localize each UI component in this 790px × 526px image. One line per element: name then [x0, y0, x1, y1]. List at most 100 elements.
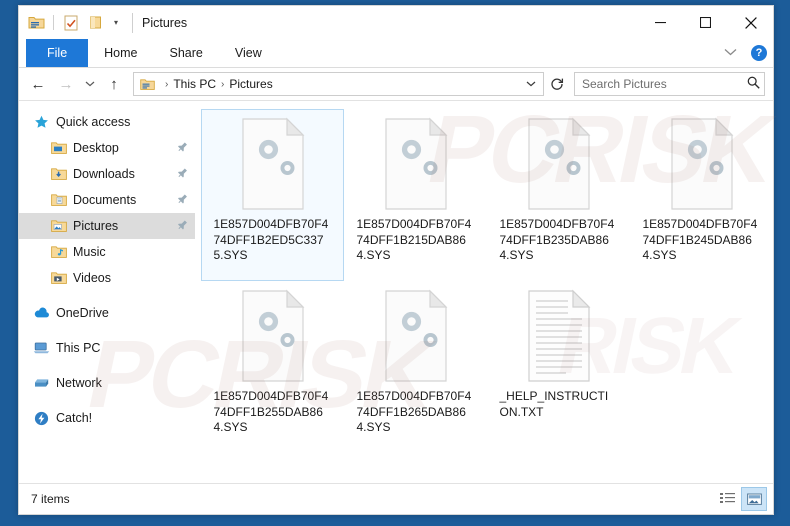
- search-icon[interactable]: [747, 76, 760, 92]
- chevron-down-icon[interactable]: [720, 47, 741, 59]
- file-item[interactable]: 1E857D004DFB70F474DFF1B2ED5C3375.SYS: [201, 109, 344, 281]
- file-item[interactable]: 1E857D004DFB70F474DFF1B255DAB864.SYS: [201, 281, 344, 453]
- search-input[interactable]: Search Pictures: [574, 72, 765, 96]
- tab-share[interactable]: Share: [154, 39, 219, 67]
- back-button[interactable]: ←: [25, 71, 51, 97]
- up-button[interactable]: ↑: [101, 71, 127, 97]
- details-view-button[interactable]: [715, 488, 739, 510]
- music-folder-icon: [50, 244, 67, 260]
- recent-locations-caret-icon[interactable]: [81, 71, 99, 97]
- sidebar-item-onedrive[interactable]: OneDrive: [19, 300, 195, 326]
- folder-properties-icon[interactable]: [26, 12, 46, 34]
- sidebar-item-quick-access[interactable]: Quick access: [19, 109, 195, 135]
- sidebar-item-network[interactable]: Network: [19, 370, 195, 396]
- sidebar-item-label: Music: [73, 245, 106, 259]
- forward-button[interactable]: →: [53, 71, 79, 97]
- sidebar-item-label: OneDrive: [56, 306, 109, 320]
- sidebar-item-label: Catch!: [56, 411, 93, 425]
- maximize-button[interactable]: [683, 6, 728, 39]
- new-folder-icon[interactable]: [85, 12, 105, 34]
- sidebar-item-label: Network: [56, 376, 102, 390]
- breadcrumb-dropdown-caret-icon[interactable]: [519, 79, 543, 89]
- sidebar-item-catch[interactable]: Catch!: [19, 405, 195, 431]
- sidebar-item-this-pc[interactable]: This PC: [19, 335, 195, 361]
- sys-file-icon: [663, 116, 741, 212]
- tab-home[interactable]: Home: [88, 39, 153, 67]
- file-name: _HELP_INSTRUCTION.TXT: [499, 389, 609, 419]
- file-grid: 1E857D004DFB70F474DFF1B2ED5C3375.SYS 1E8…: [201, 109, 773, 453]
- ribbon-tab-bar: File Home Share View ?: [19, 39, 773, 68]
- pin-icon[interactable]: [173, 165, 191, 183]
- sidebar-item-music[interactable]: Music: [19, 239, 195, 265]
- sidebar-item-downloads[interactable]: Downloads: [19, 161, 195, 187]
- catch-icon: [33, 410, 50, 426]
- file-list-view[interactable]: 1E857D004DFB70F474DFF1B2ED5C3375.SYS 1E8…: [195, 101, 773, 483]
- tab-file[interactable]: File: [26, 39, 89, 67]
- tab-view[interactable]: View: [219, 39, 278, 67]
- file-name: 1E857D004DFB70F474DFF1B215DAB864.SYS: [356, 217, 472, 262]
- qat-separator: [53, 15, 54, 30]
- item-count-label: 7 items: [31, 492, 70, 506]
- sidebar-item-label: Pictures: [73, 219, 119, 233]
- sidebar-item-videos[interactable]: Videos: [19, 265, 195, 291]
- window-title: Pictures: [132, 12, 187, 33]
- sidebar-item-label: Desktop: [73, 141, 119, 155]
- pictures-folder-icon: [50, 218, 67, 234]
- customize-qat-caret-icon[interactable]: ▾: [109, 12, 123, 34]
- sys-file-icon: [234, 116, 312, 212]
- star-icon: [33, 114, 50, 130]
- file-item[interactable]: _HELP_INSTRUCTION.TXT: [487, 281, 630, 453]
- file-item[interactable]: 1E857D004DFB70F474DFF1B235DAB864.SYS: [487, 109, 630, 281]
- view-mode-buttons: [715, 487, 767, 511]
- desktop-background: PCRISK PCRISK RISK: [0, 0, 790, 526]
- breadcrumb[interactable]: › This PC › Pictures: [133, 72, 544, 96]
- help-icon[interactable]: ?: [751, 45, 767, 61]
- navigation-pane: Quick access Desktop Downloads Documents…: [19, 101, 195, 483]
- file-name: 1E857D004DFB70F474DFF1B265DAB864.SYS: [356, 389, 472, 434]
- breadcrumb-pictures[interactable]: Pictures: [227, 77, 274, 91]
- breadcrumb-separator: ›: [221, 78, 225, 90]
- title-bar: ▾ Pictures: [19, 6, 773, 39]
- status-bar: 7 items: [19, 483, 773, 514]
- large-icons-view-button[interactable]: [741, 487, 767, 511]
- breadcrumb-this-pc[interactable]: This PC: [171, 77, 218, 91]
- desktop-folder-icon: [50, 140, 67, 156]
- this-pc-icon: [33, 340, 50, 356]
- search-placeholder: Search Pictures: [582, 77, 667, 91]
- properties-check-icon[interactable]: [61, 12, 81, 34]
- file-name: 1E857D004DFB70F474DFF1B245DAB864.SYS: [642, 217, 758, 262]
- sys-file-icon: [377, 288, 455, 384]
- network-icon: [33, 375, 50, 391]
- sidebar-item-label: Quick access: [56, 115, 131, 129]
- file-name: 1E857D004DFB70F474DFF1B235DAB864.SYS: [499, 217, 615, 262]
- file-item[interactable]: 1E857D004DFB70F474DFF1B215DAB864.SYS: [344, 109, 487, 281]
- sys-file-icon: [234, 288, 312, 384]
- quick-access-toolbar: ▾: [19, 12, 123, 34]
- minimize-button[interactable]: [638, 6, 683, 39]
- sidebar-item-pictures[interactable]: Pictures: [19, 213, 195, 239]
- sidebar-item-label: Documents: [73, 193, 137, 207]
- pin-icon[interactable]: [173, 139, 191, 157]
- ribbon-right-controls: ?: [720, 39, 767, 67]
- file-name: 1E857D004DFB70F474DFF1B2ED5C3375.SYS: [213, 217, 329, 262]
- breadcrumb-folder-icon: [139, 76, 156, 92]
- pin-icon[interactable]: [173, 191, 191, 209]
- file-item[interactable]: 1E857D004DFB70F474DFF1B245DAB864.SYS: [630, 109, 773, 281]
- sidebar-item-label: Videos: [73, 271, 111, 285]
- sidebar-item-label: This PC: [56, 341, 101, 355]
- window-controls: [638, 6, 773, 39]
- pin-icon[interactable]: [173, 217, 191, 235]
- file-item[interactable]: 1E857D004DFB70F474DFF1B265DAB864.SYS: [344, 281, 487, 453]
- file-explorer-window: ▾ Pictures File Home Share View ? ← → ↑ …: [18, 5, 774, 515]
- address-bar: ← → ↑ › This PC › Pictures Search Pictur…: [19, 68, 773, 101]
- refresh-button[interactable]: [546, 73, 568, 95]
- sidebar-item-documents[interactable]: Documents: [19, 187, 195, 213]
- sidebar-item-desktop[interactable]: Desktop: [19, 135, 195, 161]
- close-button[interactable]: [728, 6, 773, 39]
- downloads-folder-icon: [50, 166, 67, 182]
- window-body: Quick access Desktop Downloads Documents…: [19, 101, 773, 483]
